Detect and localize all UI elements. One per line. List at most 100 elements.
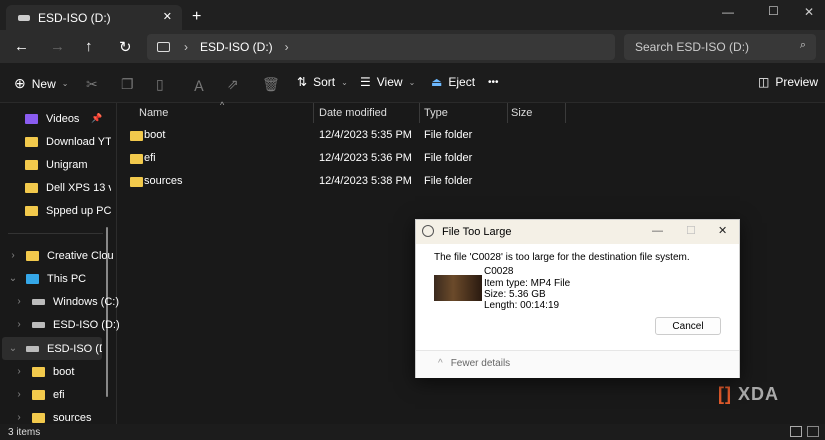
file-date: 12/4/2023 5:35 PM	[319, 129, 412, 141]
sidebar-item-efi[interactable]: › efi	[12, 383, 120, 406]
column-separator[interactable]	[419, 103, 420, 123]
sidebar-item-videos[interactable]: Videos 📌	[25, 107, 133, 130]
folder-icon	[130, 131, 143, 141]
expand-chevron[interactable]: ›	[6, 250, 20, 261]
back-button[interactable]: ←	[14, 38, 29, 55]
file-type: Item type: MP4 File	[484, 278, 571, 289]
fewer-details-label: Fewer details	[450, 358, 511, 369]
file-row[interactable]: sources 12/4/2023 5:38 PM File folder	[130, 171, 610, 193]
sidebar-item-this-pc[interactable]: ⌄ This PC	[6, 267, 114, 290]
sidebar-item-folder[interactable]: Unigram	[25, 153, 111, 176]
collapse-chevron[interactable]: ⌄	[6, 343, 20, 354]
sidebar-item-esd-iso[interactable]: › ESD-ISO (D:)	[12, 313, 120, 336]
status-bar: 3 items	[0, 424, 825, 440]
column-header-date[interactable]: Date modified	[319, 103, 387, 123]
expand-chevron[interactable]: ›	[12, 319, 26, 330]
plus-circle-icon: ⊕	[14, 75, 26, 91]
preview-button[interactable]: ◫ Preview	[758, 75, 818, 89]
fewer-details-button[interactable]: ^ Fewer details	[416, 350, 739, 378]
file-row[interactable]: efi 12/4/2023 5:36 PM File folder	[130, 148, 610, 170]
videos-icon	[25, 113, 38, 124]
file-row[interactable]: boot 12/4/2023 5:35 PM File folder	[130, 125, 610, 147]
pc-icon	[26, 273, 39, 284]
copy-icon[interactable]: ❐	[121, 76, 134, 93]
new-tab-button[interactable]: +	[192, 8, 201, 26]
breadcrumb-location[interactable]: ESD-ISO (D:)	[200, 40, 273, 54]
sidebar-item-boot[interactable]: › boot	[12, 360, 120, 383]
eject-label: Eject	[448, 75, 476, 89]
sidebar-label: Spped up PC	[46, 204, 111, 217]
expand-chevron[interactable]: ›	[12, 412, 26, 423]
expand-chevron[interactable]: ›	[12, 366, 26, 377]
sidebar-item-folder[interactable]: Download YT vi	[25, 130, 111, 153]
up-button[interactable]: ↑	[85, 38, 93, 55]
sidebar-label: efi	[53, 388, 65, 401]
sidebar-label: Videos	[46, 112, 80, 125]
new-label: New	[31, 76, 56, 91]
cut-icon[interactable]: ✂	[86, 76, 98, 93]
rename-icon[interactable]: Ａ	[192, 76, 206, 96]
view-label: View	[376, 75, 403, 89]
folder-icon	[32, 389, 45, 400]
sidebar-item-folder[interactable]: Spped up PC	[25, 199, 111, 222]
view-button[interactable]: ☰ View ⌄	[360, 75, 415, 89]
paste-icon[interactable]: ▯	[156, 76, 164, 93]
file-date: 12/4/2023 5:36 PM	[319, 152, 412, 164]
search-input[interactable]: Search ESD-ISO (D:) ⌕	[624, 34, 816, 60]
cancel-button[interactable]: Cancel	[655, 317, 721, 335]
file-name: C0028	[484, 266, 514, 277]
sidebar-item-esd-iso-selected[interactable]: ⌄ ESD-ISO (D:)	[2, 337, 102, 360]
sidebar-label: Windows (C:)	[53, 295, 120, 308]
sidebar-item-windows-c[interactable]: › Windows (C:)	[12, 290, 120, 313]
sidebar-label: Dell XPS 13 vs 14	[46, 181, 111, 194]
file-date: 12/4/2023 5:38 PM	[319, 175, 412, 187]
forward-button[interactable]: →	[50, 38, 65, 55]
eject-button[interactable]: ⏏ Eject	[431, 75, 475, 89]
file-name: sources	[144, 175, 183, 187]
sidebar-item-creative-cloud[interactable]: › Creative Cloud F	[6, 244, 114, 267]
file-too-large-dialog: File Too Large — ☐ ✕ The file 'C0028' is…	[415, 219, 740, 378]
dialog-minimize-button[interactable]: —	[652, 225, 663, 237]
folder-icon	[25, 136, 38, 147]
folder-icon	[25, 205, 38, 216]
tab-esd-iso[interactable]: ESD-ISO (D:) ✕	[6, 5, 182, 31]
expand-chevron[interactable]: ›	[12, 296, 26, 307]
expand-chevron[interactable]: ›	[12, 389, 26, 400]
delete-icon[interactable]: 🗑	[262, 76, 280, 93]
share-icon[interactable]: ⇗	[227, 76, 239, 93]
view-icon: ☰	[360, 75, 371, 89]
column-separator[interactable]	[565, 103, 566, 123]
maximize-button[interactable]: ☐	[768, 4, 779, 18]
tiles-view-icon[interactable]	[807, 426, 819, 437]
sidebar-item-folder[interactable]: Dell XPS 13 vs 14	[25, 176, 111, 199]
new-button[interactable]: ⊕ New ⌄	[14, 75, 68, 92]
dialog-close-button[interactable]: ✕	[718, 224, 727, 237]
column-header-name[interactable]: Name	[139, 103, 168, 123]
folder-icon	[25, 182, 38, 193]
item-count: 3 items	[8, 427, 41, 438]
sidebar-label: Creative Cloud F	[47, 249, 114, 262]
dialog-maximize-button[interactable]: ☐	[686, 224, 696, 237]
minimize-button[interactable]: —	[722, 5, 734, 19]
drive-icon	[26, 345, 39, 352]
column-separator[interactable]	[313, 103, 314, 123]
file-type: File folder	[424, 175, 473, 187]
close-window-button[interactable]: ✕	[804, 5, 814, 19]
file-type: File folder	[424, 129, 473, 141]
details-view-icon[interactable]	[790, 426, 802, 437]
sidebar-label: ESD-ISO (D:)	[53, 318, 120, 331]
address-bar[interactable]: › ESD-ISO (D:) ›	[147, 34, 615, 60]
column-separator[interactable]	[507, 103, 508, 123]
xda-watermark: [] XDA	[718, 384, 780, 404]
sidebar-label: Download YT vi	[46, 135, 111, 148]
sidebar-label: This PC	[47, 272, 87, 285]
sort-button[interactable]: ⇅ Sort ⌄	[297, 75, 348, 89]
more-options-button[interactable]: •••	[488, 77, 499, 88]
close-tab-button[interactable]: ✕	[163, 10, 172, 23]
collapse-chevron[interactable]: ⌄	[6, 273, 20, 284]
refresh-button[interactable]: ↻	[119, 38, 132, 56]
column-header-type[interactable]: Type	[424, 103, 448, 123]
breadcrumb-chevron[interactable]: ›	[285, 40, 289, 54]
search-placeholder: Search ESD-ISO (D:)	[635, 40, 750, 54]
column-header-size[interactable]: Size	[511, 103, 532, 123]
